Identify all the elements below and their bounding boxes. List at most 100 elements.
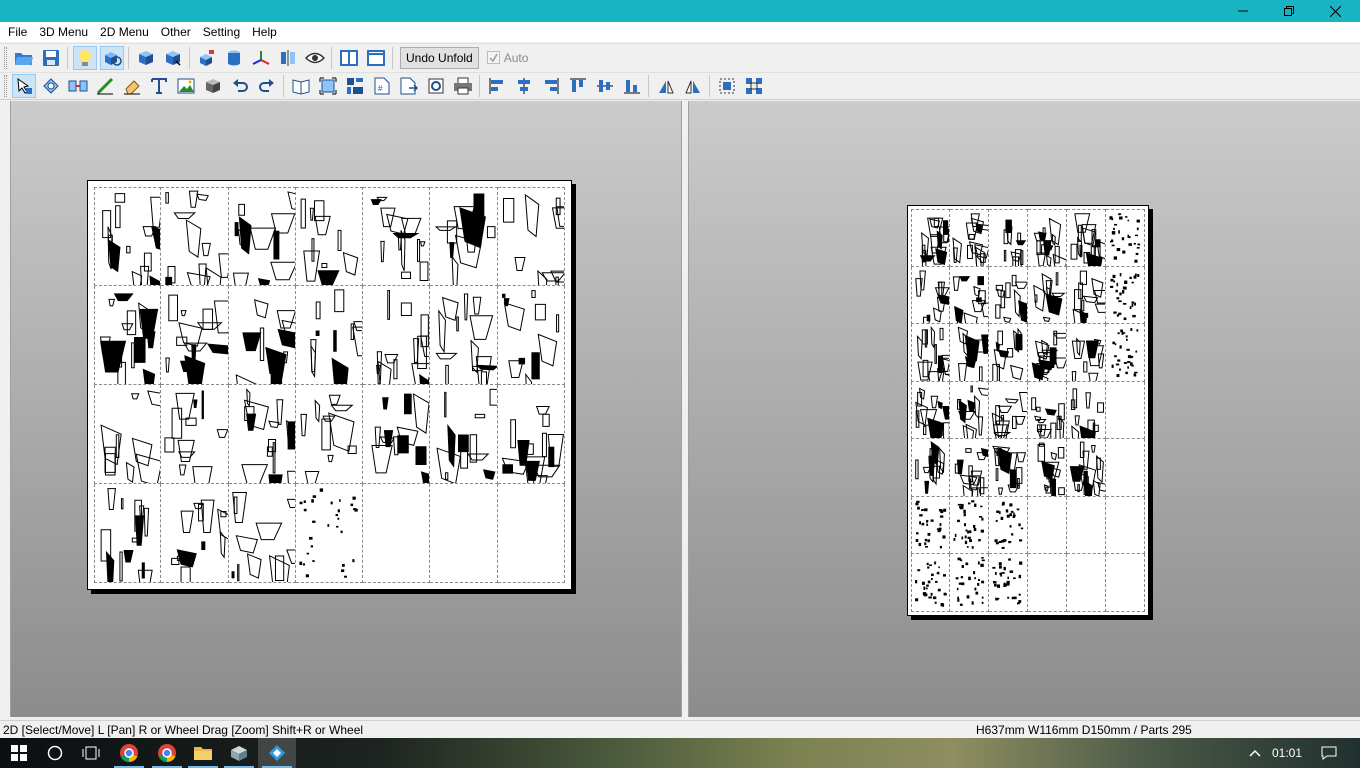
taskbar-clock[interactable]: 01:01 bbox=[1272, 738, 1302, 768]
sheet-page-cell[interactable] bbox=[161, 187, 229, 286]
sheet-page-cell[interactable] bbox=[989, 496, 1028, 555]
sheet-page-cell[interactable] bbox=[911, 496, 950, 555]
toolbar-grip[interactable] bbox=[4, 75, 7, 97]
sheet-page-cell[interactable] bbox=[1106, 554, 1145, 612]
sheet-page-cell[interactable] bbox=[911, 324, 950, 382]
light-button[interactable] bbox=[72, 45, 97, 70]
sheet-page-cell[interactable] bbox=[950, 554, 989, 612]
sheet-page-cell[interactable] bbox=[94, 286, 162, 385]
sheet-page-cell[interactable] bbox=[161, 484, 229, 583]
sheet-page-cell[interactable] bbox=[228, 187, 296, 286]
book-button[interactable] bbox=[289, 74, 313, 98]
eraser-button[interactable] bbox=[120, 74, 144, 98]
sheet-page-cell[interactable] bbox=[989, 554, 1028, 612]
paint-button[interactable] bbox=[195, 46, 219, 70]
sheet-page-cell[interactable] bbox=[911, 381, 950, 440]
sheet-page-cell[interactable] bbox=[1106, 439, 1145, 497]
sheet-page-cell[interactable] bbox=[1067, 209, 1106, 267]
task-view-button[interactable] bbox=[72, 738, 110, 768]
ungroup-button[interactable] bbox=[742, 74, 766, 98]
sheet-page-cell[interactable] bbox=[950, 496, 989, 555]
minimize-button[interactable] bbox=[1220, 0, 1266, 22]
sheet-page-cell[interactable] bbox=[94, 187, 162, 286]
join-button[interactable] bbox=[66, 74, 90, 98]
sheet-page-cell[interactable] bbox=[295, 187, 364, 286]
sheet-page-cell[interactable] bbox=[430, 385, 498, 484]
3d-view-pane[interactable] bbox=[11, 101, 681, 717]
sheet-page-cell[interactable] bbox=[1067, 496, 1106, 555]
sheet-page-cell[interactable] bbox=[1106, 266, 1145, 325]
undo-unfold-button[interactable]: Undo Unfold bbox=[400, 46, 479, 69]
align-top-button[interactable] bbox=[566, 74, 590, 98]
draw-line-button[interactable] bbox=[93, 74, 117, 98]
sheet-page-cell[interactable] bbox=[497, 286, 565, 385]
sheet-page-cell[interactable] bbox=[989, 209, 1028, 267]
sheet-page-cell[interactable] bbox=[1028, 324, 1067, 382]
print-preview-button[interactable] bbox=[424, 74, 448, 98]
text-button[interactable] bbox=[147, 74, 171, 98]
split-view-button[interactable] bbox=[337, 46, 361, 70]
sheet-page-cell[interactable] bbox=[911, 266, 950, 325]
menu-file[interactable]: File bbox=[2, 22, 33, 42]
2d-view-pane[interactable] bbox=[689, 101, 1360, 717]
sheet-page-cell[interactable] bbox=[1028, 266, 1067, 325]
flip-right-button[interactable] bbox=[681, 74, 705, 98]
sheet-page-cell[interactable] bbox=[911, 439, 950, 497]
sheet-page-cell[interactable] bbox=[94, 484, 162, 583]
align-middle-button[interactable] bbox=[593, 74, 617, 98]
sheet-page-cell[interactable] bbox=[1106, 496, 1145, 555]
sheet-page-cell[interactable] bbox=[363, 286, 431, 385]
restore-button[interactable] bbox=[1266, 0, 1312, 22]
save-button[interactable] bbox=[39, 46, 63, 70]
sheet-page-cell[interactable] bbox=[1028, 496, 1067, 555]
search-button[interactable] bbox=[36, 738, 74, 768]
sheet-page-cell[interactable] bbox=[1106, 209, 1145, 267]
cube-button-2[interactable] bbox=[161, 46, 185, 70]
sheet-page-cell[interactable] bbox=[950, 209, 989, 267]
chrome-taskbar-button[interactable] bbox=[110, 738, 148, 768]
sheet-page-cell[interactable] bbox=[295, 385, 364, 484]
layout-button[interactable] bbox=[343, 74, 367, 98]
menu-setting[interactable]: Setting bbox=[197, 22, 246, 42]
group-button[interactable] bbox=[715, 74, 739, 98]
sheet-page-cell[interactable] bbox=[950, 439, 989, 497]
undo-button[interactable] bbox=[228, 74, 252, 98]
sheet-page-cell[interactable] bbox=[228, 286, 296, 385]
align-left-button[interactable] bbox=[485, 74, 509, 98]
box-button[interactable] bbox=[201, 74, 225, 98]
menu-3d[interactable]: 3D Menu bbox=[33, 22, 94, 42]
close-button[interactable] bbox=[1312, 0, 1358, 22]
axis-button[interactable] bbox=[249, 46, 273, 70]
menu-other[interactable]: Other bbox=[155, 22, 197, 42]
sheet-page-cell[interactable] bbox=[161, 385, 229, 484]
auto-checkbox[interactable]: Auto bbox=[486, 51, 528, 65]
fit-button[interactable] bbox=[316, 74, 340, 98]
menu-2d[interactable]: 2D Menu bbox=[94, 22, 155, 42]
sheet-page-cell[interactable] bbox=[94, 385, 162, 484]
sheet-page-cell[interactable] bbox=[1028, 209, 1067, 267]
pane-splitter[interactable] bbox=[681, 101, 689, 717]
sheet-page-cell[interactable] bbox=[430, 187, 498, 286]
sheet-page-cell[interactable] bbox=[430, 286, 498, 385]
sheet-page-cell[interactable] bbox=[363, 484, 431, 583]
flip-left-button[interactable] bbox=[654, 74, 678, 98]
auto-checkbox-box[interactable] bbox=[486, 51, 500, 64]
sheet-page-cell[interactable] bbox=[1106, 324, 1145, 382]
sheet-page-cell[interactable] bbox=[950, 324, 989, 382]
single-view-button[interactable] bbox=[364, 46, 388, 70]
sheet-page-cell[interactable] bbox=[989, 266, 1028, 325]
sheet-page-cell[interactable] bbox=[363, 187, 431, 286]
align-bottom-button[interactable] bbox=[620, 74, 644, 98]
cube-button-1[interactable] bbox=[134, 46, 158, 70]
align-right-button[interactable] bbox=[539, 74, 563, 98]
sheet-page-cell[interactable] bbox=[1067, 324, 1106, 382]
sheet-page-cell[interactable] bbox=[497, 187, 565, 286]
tray-expand-button[interactable] bbox=[1236, 738, 1274, 768]
menu-help[interactable]: Help bbox=[246, 22, 283, 42]
3d-view-button[interactable] bbox=[99, 45, 124, 70]
chrome-taskbar-button-2[interactable] bbox=[148, 738, 186, 768]
eye-button[interactable] bbox=[303, 46, 327, 70]
sheet-page-cell[interactable] bbox=[1028, 439, 1067, 497]
image-button[interactable] bbox=[174, 74, 198, 98]
sheet-page-cell[interactable] bbox=[1028, 381, 1067, 440]
